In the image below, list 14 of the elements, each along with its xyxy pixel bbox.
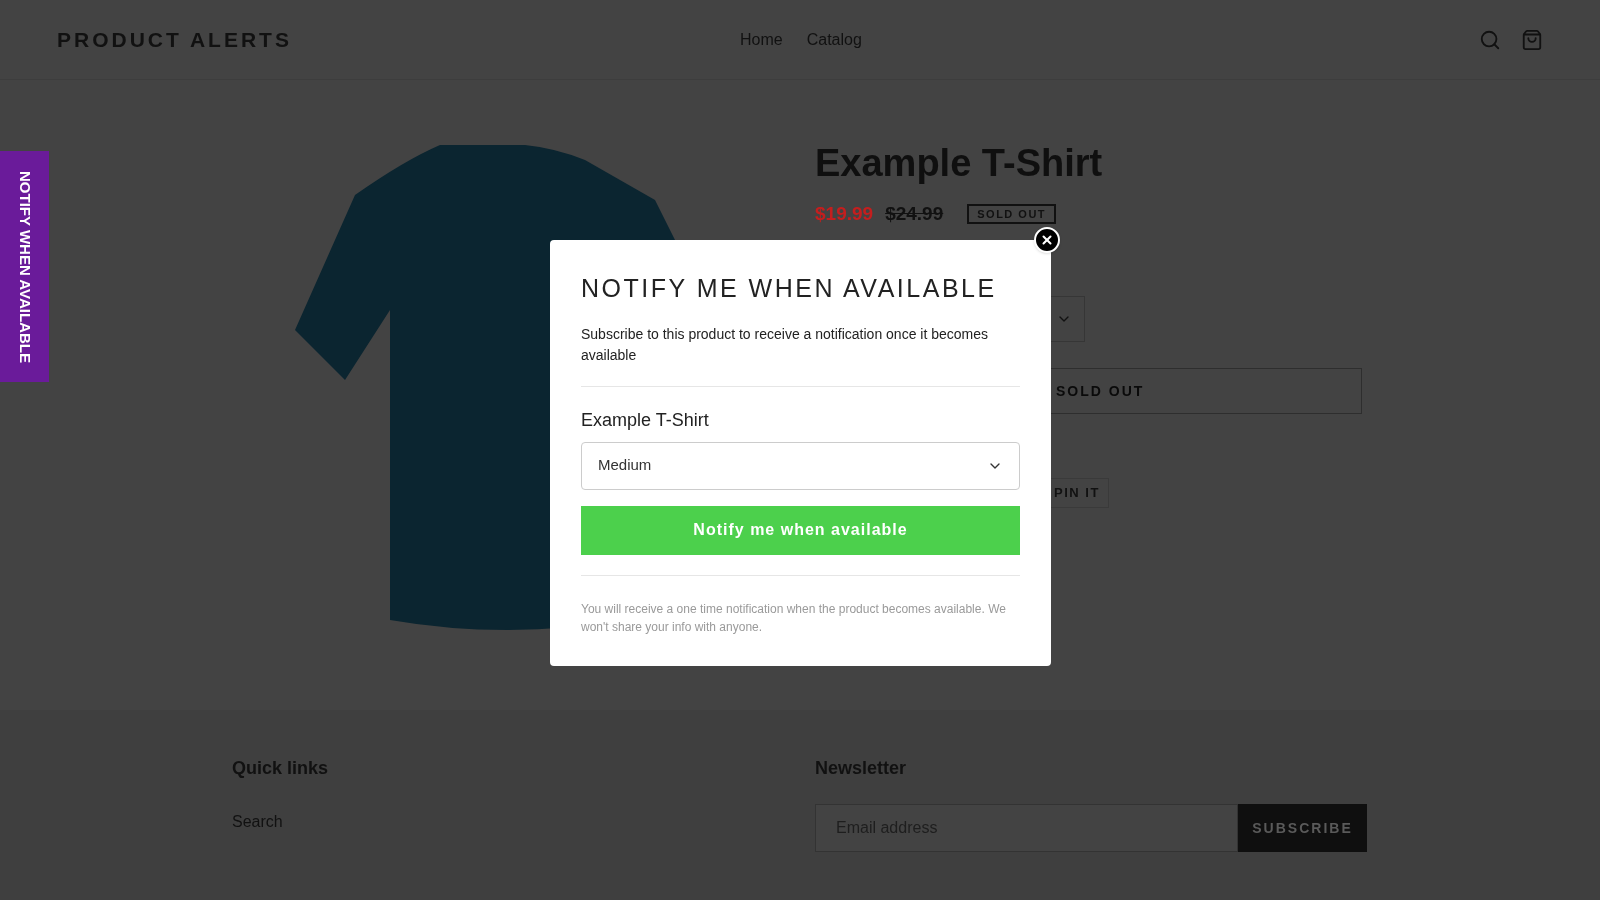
dialog-description: Subscribe to this product to receive a notification once it becomes available bbox=[581, 324, 989, 365]
select-value: Medium bbox=[598, 455, 652, 476]
variant-select[interactable]: Medium bbox=[581, 441, 1020, 490]
subscribe-button[interactable]: SUBSCRIBE bbox=[1238, 804, 1367, 852]
notify-button[interactable]: Notify me when available bbox=[581, 505, 1020, 555]
side-tab[interactable]: NOTIFY WHEN AVAILABLE bbox=[0, 151, 49, 382]
dialog-footnote: You will receive a one time notification when the product becomes available. We won't share your info with anyone. bbox=[581, 600, 1007, 636]
sale-price: $19.99 bbox=[815, 201, 874, 226]
cart-icon[interactable] bbox=[1521, 28, 1543, 51]
close-button[interactable] bbox=[1034, 227, 1060, 253]
search-icon[interactable] bbox=[1479, 28, 1501, 51]
dialog-title: NOTIFY ME WHEN AVAILABLE bbox=[581, 273, 998, 304]
close-icon bbox=[1040, 233, 1054, 247]
product-name: Example T-Shirt bbox=[581, 408, 710, 432]
